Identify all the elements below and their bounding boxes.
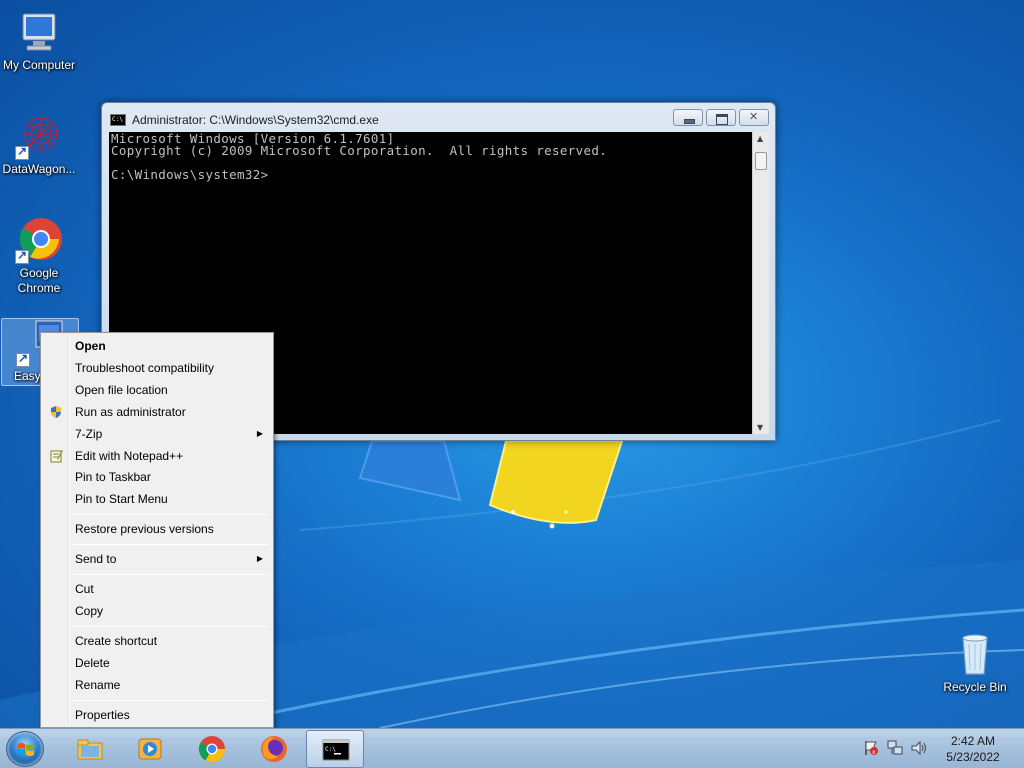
menu-item-label: Send to [75,552,117,566]
menu-item-pin-to-taskbar[interactable]: Pin to Taskbar [43,466,271,488]
menu-item-label: Run as administrator [75,405,186,419]
vertical-scrollbar[interactable]: ▲ ▼ [752,132,769,434]
menu-item-label: Properties [75,708,130,722]
shortcut-arrow-icon [16,351,30,367]
menu-item-label: Troubleshoot compatibility [75,361,214,375]
desktop-icon-label: Google Chrome [17,266,61,295]
submenu-arrow-icon: ▶ [256,429,263,438]
shield-icon [51,406,61,418]
start-button[interactable] [6,731,44,767]
window-titlebar[interactable]: Administrator: C:\Windows\System32\cmd.e… [110,111,379,129]
menu-item-label: Edit with Notepad++ [75,449,184,463]
menu-item-run-as-administrator[interactable]: Run as administrator [43,401,271,423]
menu-item-properties[interactable]: Properties [43,704,271,726]
menu-separator [73,574,269,575]
taskbar-explorer-button[interactable] [61,730,119,768]
menu-item-rename[interactable]: Rename [43,674,271,696]
menu-item-label: Copy [75,604,104,618]
menu-item-label: Cut [75,582,94,596]
menu-item-label: Pin to Taskbar [75,470,151,484]
taskbar-chrome-button[interactable] [183,730,241,768]
chrome-icon [15,216,63,264]
minimize-button[interactable] [673,109,703,126]
desktop-icon-label: Recycle Bin [943,680,1007,694]
media-player-icon [138,738,162,760]
menu-item-edit-with-notepad-plus-plus[interactable]: Edit with Notepad++ [43,445,271,467]
context-menu: Open Troubleshoot compatibility Open fil… [40,332,274,728]
menu-separator [73,514,269,515]
svg-text:C:\: C:\ [325,746,336,753]
menu-item-label: 7-Zip [75,427,103,441]
clock-time: 2:42 AM [950,734,996,748]
menu-item-label: Create shortcut [75,634,158,648]
taskbar-firefox-button[interactable] [245,730,303,768]
recycle-bin-icon [951,630,999,678]
scrollbar-thumb[interactable] [755,152,767,170]
windows-logo-icon [18,743,34,756]
action-center-flag-icon[interactable]: x [862,739,880,757]
menu-item-label: Delete [75,656,110,670]
scroll-down-arrow-icon[interactable]: ▼ [757,423,763,432]
menu-item-troubleshoot-compatibility[interactable]: Troubleshoot compatibility [43,357,271,379]
window-title: Administrator: C:\Windows\System32\cmd.e… [132,113,379,127]
cmd-icon: C:\ [322,739,350,761]
taskbar-clock[interactable]: 2:42 AM 5/23/2022 [935,733,1011,765]
chrome-icon [198,736,226,763]
datawagon-icon [15,112,63,160]
shortcut-arrow-icon [15,144,29,160]
shortcut-arrow-icon [15,248,29,264]
console-prompt: C:\Windows\system32> [111,167,269,182]
menu-item-pin-to-start-menu[interactable]: Pin to Start Menu [43,488,271,510]
desktop-icon-my-computer[interactable]: My Computer [0,8,78,73]
menu-item-open-file-location[interactable]: Open file location [43,379,271,401]
computer-icon [15,8,63,56]
svg-text:x: x [872,749,876,756]
system-tray: x [862,739,928,757]
menu-item-create-shortcut[interactable]: Create shortcut [43,630,271,652]
menu-item-label: Restore previous versions [75,522,214,536]
submenu-arrow-icon: ▶ [256,554,263,563]
network-icon[interactable] [886,739,904,757]
explorer-icon [77,739,103,760]
clock-date: 5/23/2022 [946,750,1000,764]
maximize-button[interactable] [706,109,736,126]
firefox-icon [261,736,287,762]
volume-icon[interactable] [910,739,928,757]
window-controls [670,109,769,126]
menu-item-copy[interactable]: Copy [43,600,271,622]
menu-separator [73,700,269,701]
desktop-icon-label: DataWagon... [2,162,76,176]
menu-item-restore-previous-versions[interactable]: Restore previous versions [43,518,271,540]
menu-item-label: Open file location [75,383,168,397]
taskbar-media-player-button[interactable] [121,730,179,768]
desktop-icon-label: My Computer [2,58,76,72]
taskbar: C:\ x 2:42 AM 5/23/2022 [0,728,1024,768]
menu-item-open[interactable]: Open [43,335,271,357]
close-button[interactable] [739,109,769,126]
console-line: Copyright (c) 2009 Microsoft Corporation… [111,143,608,158]
menu-item-send-to[interactable]: Send to ▶ [43,548,271,570]
notepad-plus-plus-icon [50,450,63,463]
menu-item-label: Open [75,339,106,353]
desktop-icon-google-chrome[interactable]: Google Chrome [0,216,78,296]
menu-separator [73,626,269,627]
menu-item-cut[interactable]: Cut [43,578,271,600]
menu-item-label: Pin to Start Menu [75,492,168,506]
desktop-icon-recycle-bin[interactable]: Recycle Bin [936,630,1014,695]
menu-separator [73,544,269,545]
taskbar-cmd-button[interactable]: C:\ [306,730,364,768]
menu-item-delete[interactable]: Delete [43,652,271,674]
menu-item-7zip[interactable]: 7-Zip ▶ [43,423,271,445]
scroll-up-arrow-icon[interactable]: ▲ [757,134,763,143]
menu-item-label: Rename [75,678,121,692]
desktop-icon-datawagon[interactable]: DataWagon... [0,112,78,177]
cmd-window-icon [110,114,126,126]
